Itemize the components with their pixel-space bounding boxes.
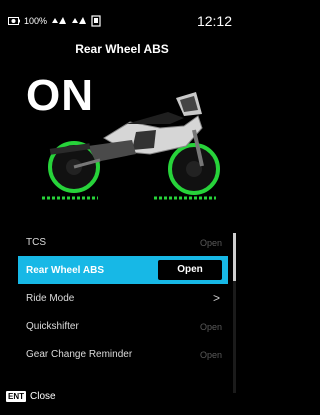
phone-icon: [91, 15, 101, 27]
battery-icon: [8, 17, 20, 25]
status-left: 100%: [8, 15, 101, 27]
open-button[interactable]: Open: [158, 260, 222, 280]
scrollbar-thumb[interactable]: [233, 233, 236, 281]
footer-hint: ENT Close: [6, 391, 56, 402]
status-bar: 100% 12:12: [0, 0, 244, 44]
menu-item-tcs[interactable]: TCS Open: [0, 228, 232, 256]
scrollbar[interactable]: [233, 233, 236, 393]
menu-item-value: Open: [199, 350, 222, 360]
hero-area: ON: [0, 60, 244, 210]
menu-item-rear-wheel-abs[interactable]: Rear Wheel ABS Open: [18, 256, 228, 284]
menu-item-label: Gear Change Reminder: [26, 349, 133, 360]
battery-percent: 100%: [24, 16, 48, 26]
menu-item-gear-change-reminder[interactable]: Gear Change Reminder Open: [0, 340, 232, 368]
chevron-right-icon: >: [212, 291, 220, 305]
menu-item-quickshifter[interactable]: Quickshifter Open: [0, 312, 232, 340]
menu-item-label: Rear Wheel ABS: [26, 265, 104, 276]
clock: 12:12: [196, 13, 232, 29]
menu-item-ride-mode[interactable]: Ride Mode >: [0, 284, 232, 312]
rider-mode-icon: [52, 17, 67, 24]
page-title: Rear Wheel ABS: [75, 42, 169, 56]
menu-item-value: Open: [199, 238, 222, 248]
menu-item-value: Open: [199, 322, 222, 332]
menu-item-label: TCS: [26, 237, 46, 248]
rider-mode-icon-2: [72, 17, 87, 24]
menu-item-label: Quickshifter: [26, 321, 79, 332]
motorcycle-illustration: [42, 92, 220, 200]
menu-item-label: Ride Mode: [26, 293, 75, 304]
ent-key-icon: ENT: [6, 391, 26, 402]
close-label[interactable]: Close: [30, 391, 56, 402]
